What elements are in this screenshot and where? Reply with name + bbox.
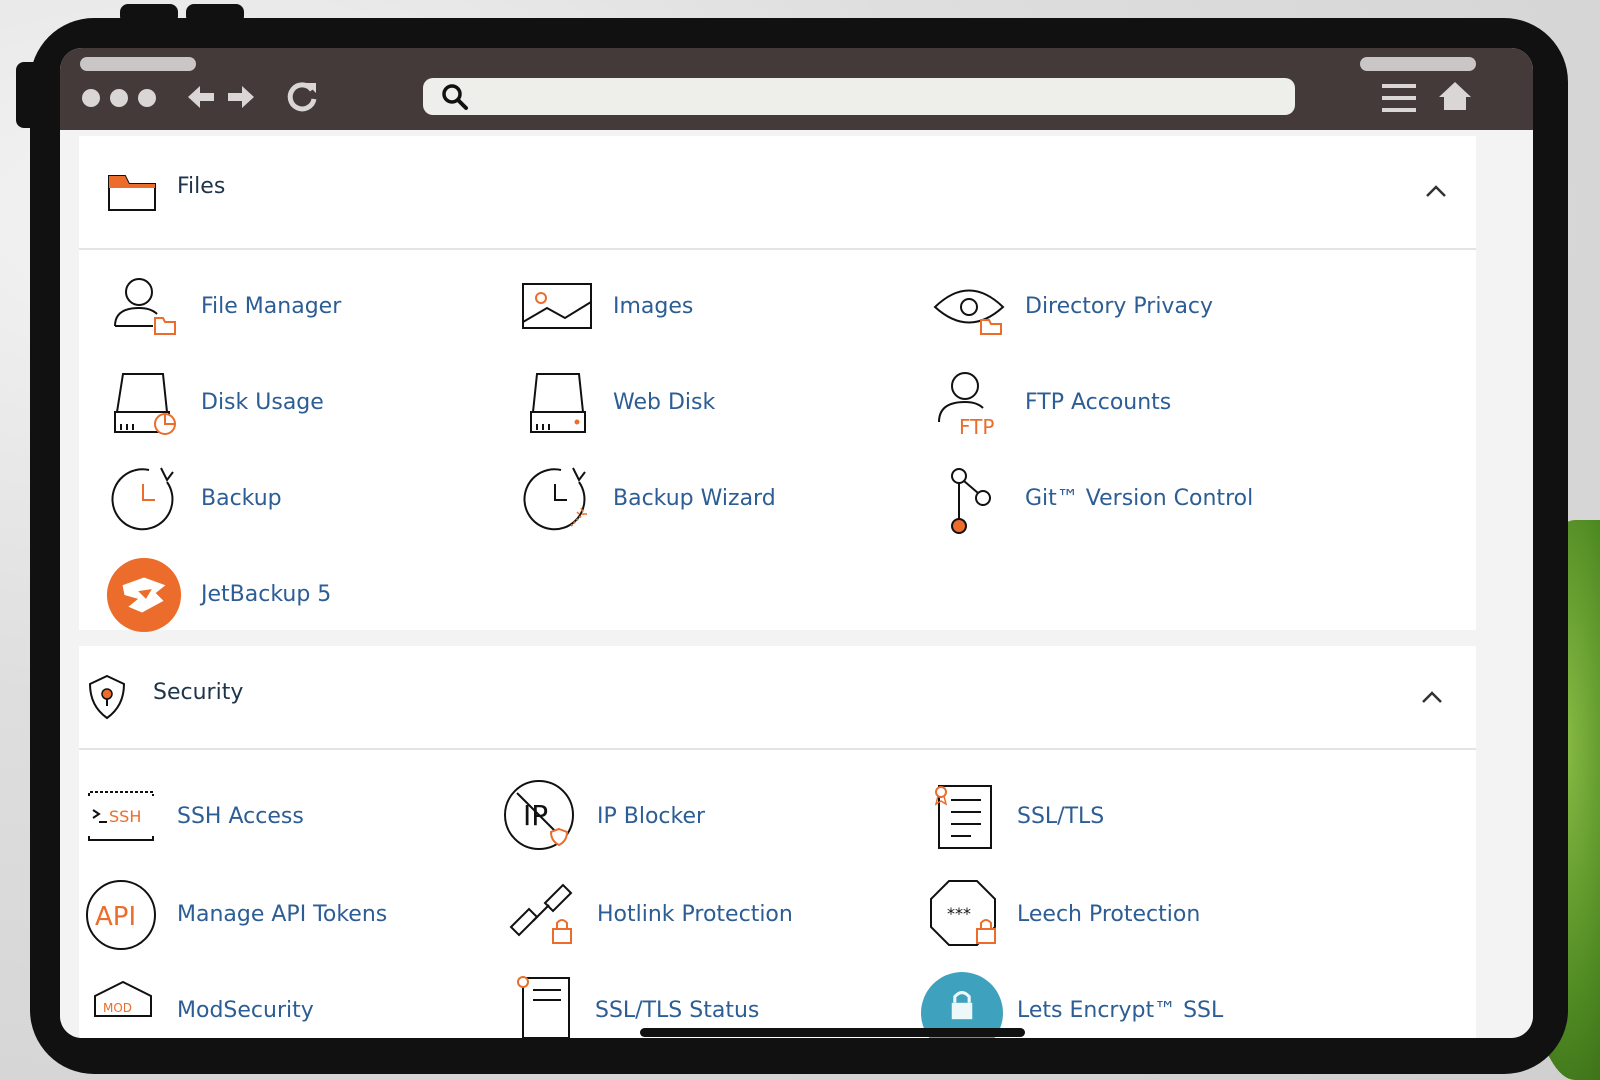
file-manager-link[interactable]: File Manager [109,272,409,342]
home-indicator [640,1028,1025,1037]
leech-protection-link[interactable]: *** Leech Protection [927,876,1267,946]
backup-icon [111,467,174,531]
svg-text:MOD: MOD [103,1001,132,1015]
modsecurity-icon: MOD [94,980,152,1017]
tab-handle-left [80,57,196,71]
address-bar[interactable] [423,78,1295,117]
git-icon [951,468,991,534]
ssh-access-label: SSH Access [177,804,304,829]
svg-text:FTP: FTP [959,415,994,438]
directory-privacy-label: Directory Privacy [1025,294,1214,319]
home-icon[interactable] [1438,80,1472,112]
collapse-chevron-icon[interactable] [1421,690,1443,704]
leech-protection-label: Leech Protection [1017,902,1201,927]
ssl-tls-link[interactable]: SSL/TLS [931,780,1231,850]
ftp-accounts-label: FTP Accounts [1025,390,1172,415]
forward-icon[interactable] [226,84,256,110]
jetbackup-label: JetBackup 5 [201,582,332,607]
images-icon [522,283,592,329]
tablet-top-button-2 [186,4,244,24]
git-label: Git™ Version Control [1025,486,1254,511]
ftp-accounts-icon: FTP [938,372,994,438]
web-disk-icon [530,373,586,433]
manage-api-tokens-link[interactable]: API Manage API Tokens [85,878,425,950]
security-title: Security [153,680,244,705]
ftp-accounts-link[interactable]: FTP FTP Accounts [933,368,1233,438]
svg-text:API: API [95,902,136,932]
ssh-access-link[interactable]: SSH SSH Access [87,782,387,852]
disk-usage-label: Disk Usage [201,390,324,415]
directory-privacy-icon [933,289,1005,335]
ssh-icon: SSH [88,791,154,841]
jetbackup-icon [106,557,182,633]
backup-link[interactable]: Backup [109,464,409,534]
search-icon [442,84,468,110]
tablet-screen: Files File Manager Images Directory Priv… [60,48,1533,1038]
tablet-side-button [16,62,42,128]
file-manager-label: File Manager [201,294,342,319]
directory-privacy-link[interactable]: Directory Privacy [933,272,1263,342]
tablet-top-button-1 [120,4,178,24]
ssl-tls-status-label: SSL/TLS Status [595,998,760,1023]
collapse-chevron-icon[interactable] [1425,184,1447,198]
disk-usage-icon [114,373,176,435]
security-panel-header[interactable]: Security [79,646,1476,750]
leech-icon: *** [930,880,996,946]
address-input[interactable] [481,78,1285,117]
backup-wizard-icon [523,467,587,531]
backup-label: Backup [201,486,282,511]
file-manager-icon [114,278,176,335]
ssl-tls-label: SSL/TLS [1017,804,1105,829]
ip-blocker-link[interactable]: IP IP Blocker [503,778,803,850]
web-disk-label: Web Disk [613,390,716,415]
ssl-status-icon [517,976,570,1038]
browser-toolbar [60,48,1533,130]
security-panel: Security SSH SSH Access IP IP Blocker SS… [79,646,1476,1038]
svg-text:***: *** [947,904,971,923]
ip-blocker-label: IP Blocker [597,804,706,829]
backup-wizard-link[interactable]: Backup Wizard [521,464,821,534]
folder-icon [108,175,156,211]
web-disk-link[interactable]: Web Disk [521,368,821,438]
images-link[interactable]: Images [521,272,821,342]
files-panel: Files File Manager Images Directory Priv… [79,136,1476,633]
svg-text:IP: IP [523,799,548,832]
disk-usage-link[interactable]: Disk Usage [109,368,409,438]
ip-blocker-icon: IP [504,780,574,850]
page-content: Files File Manager Images Directory Priv… [60,130,1533,1038]
files-panel-header[interactable]: Files [79,136,1476,250]
jetbackup-link[interactable]: JetBackup 5 [105,557,405,633]
menu-icon[interactable] [1382,82,1416,114]
svg-text:SSH: SSH [109,807,141,826]
backup-wizard-label: Backup Wizard [613,486,776,511]
images-label: Images [613,294,694,319]
hotlink-icon [509,883,573,944]
shield-icon [88,674,126,720]
api-tokens-icon: API [86,880,156,950]
back-icon[interactable] [186,84,216,110]
ssl-tls-icon [934,785,992,849]
dots-icon[interactable] [82,89,162,107]
files-title: Files [177,174,226,199]
hotlink-protection-link[interactable]: Hotlink Protection [507,876,847,946]
manage-api-tokens-label: Manage API Tokens [177,902,388,927]
git-version-control-link[interactable]: Git™ Version Control [933,464,1293,534]
reload-icon[interactable] [284,79,320,115]
modsecurity-label: ModSecurity [177,998,314,1023]
letsencrypt-label: Lets Encrypt™ SSL [1017,998,1224,1023]
tab-handle-right [1360,57,1476,71]
hotlink-protection-label: Hotlink Protection [597,902,793,927]
modsecurity-link[interactable]: MOD ModSecurity [91,976,391,1038]
